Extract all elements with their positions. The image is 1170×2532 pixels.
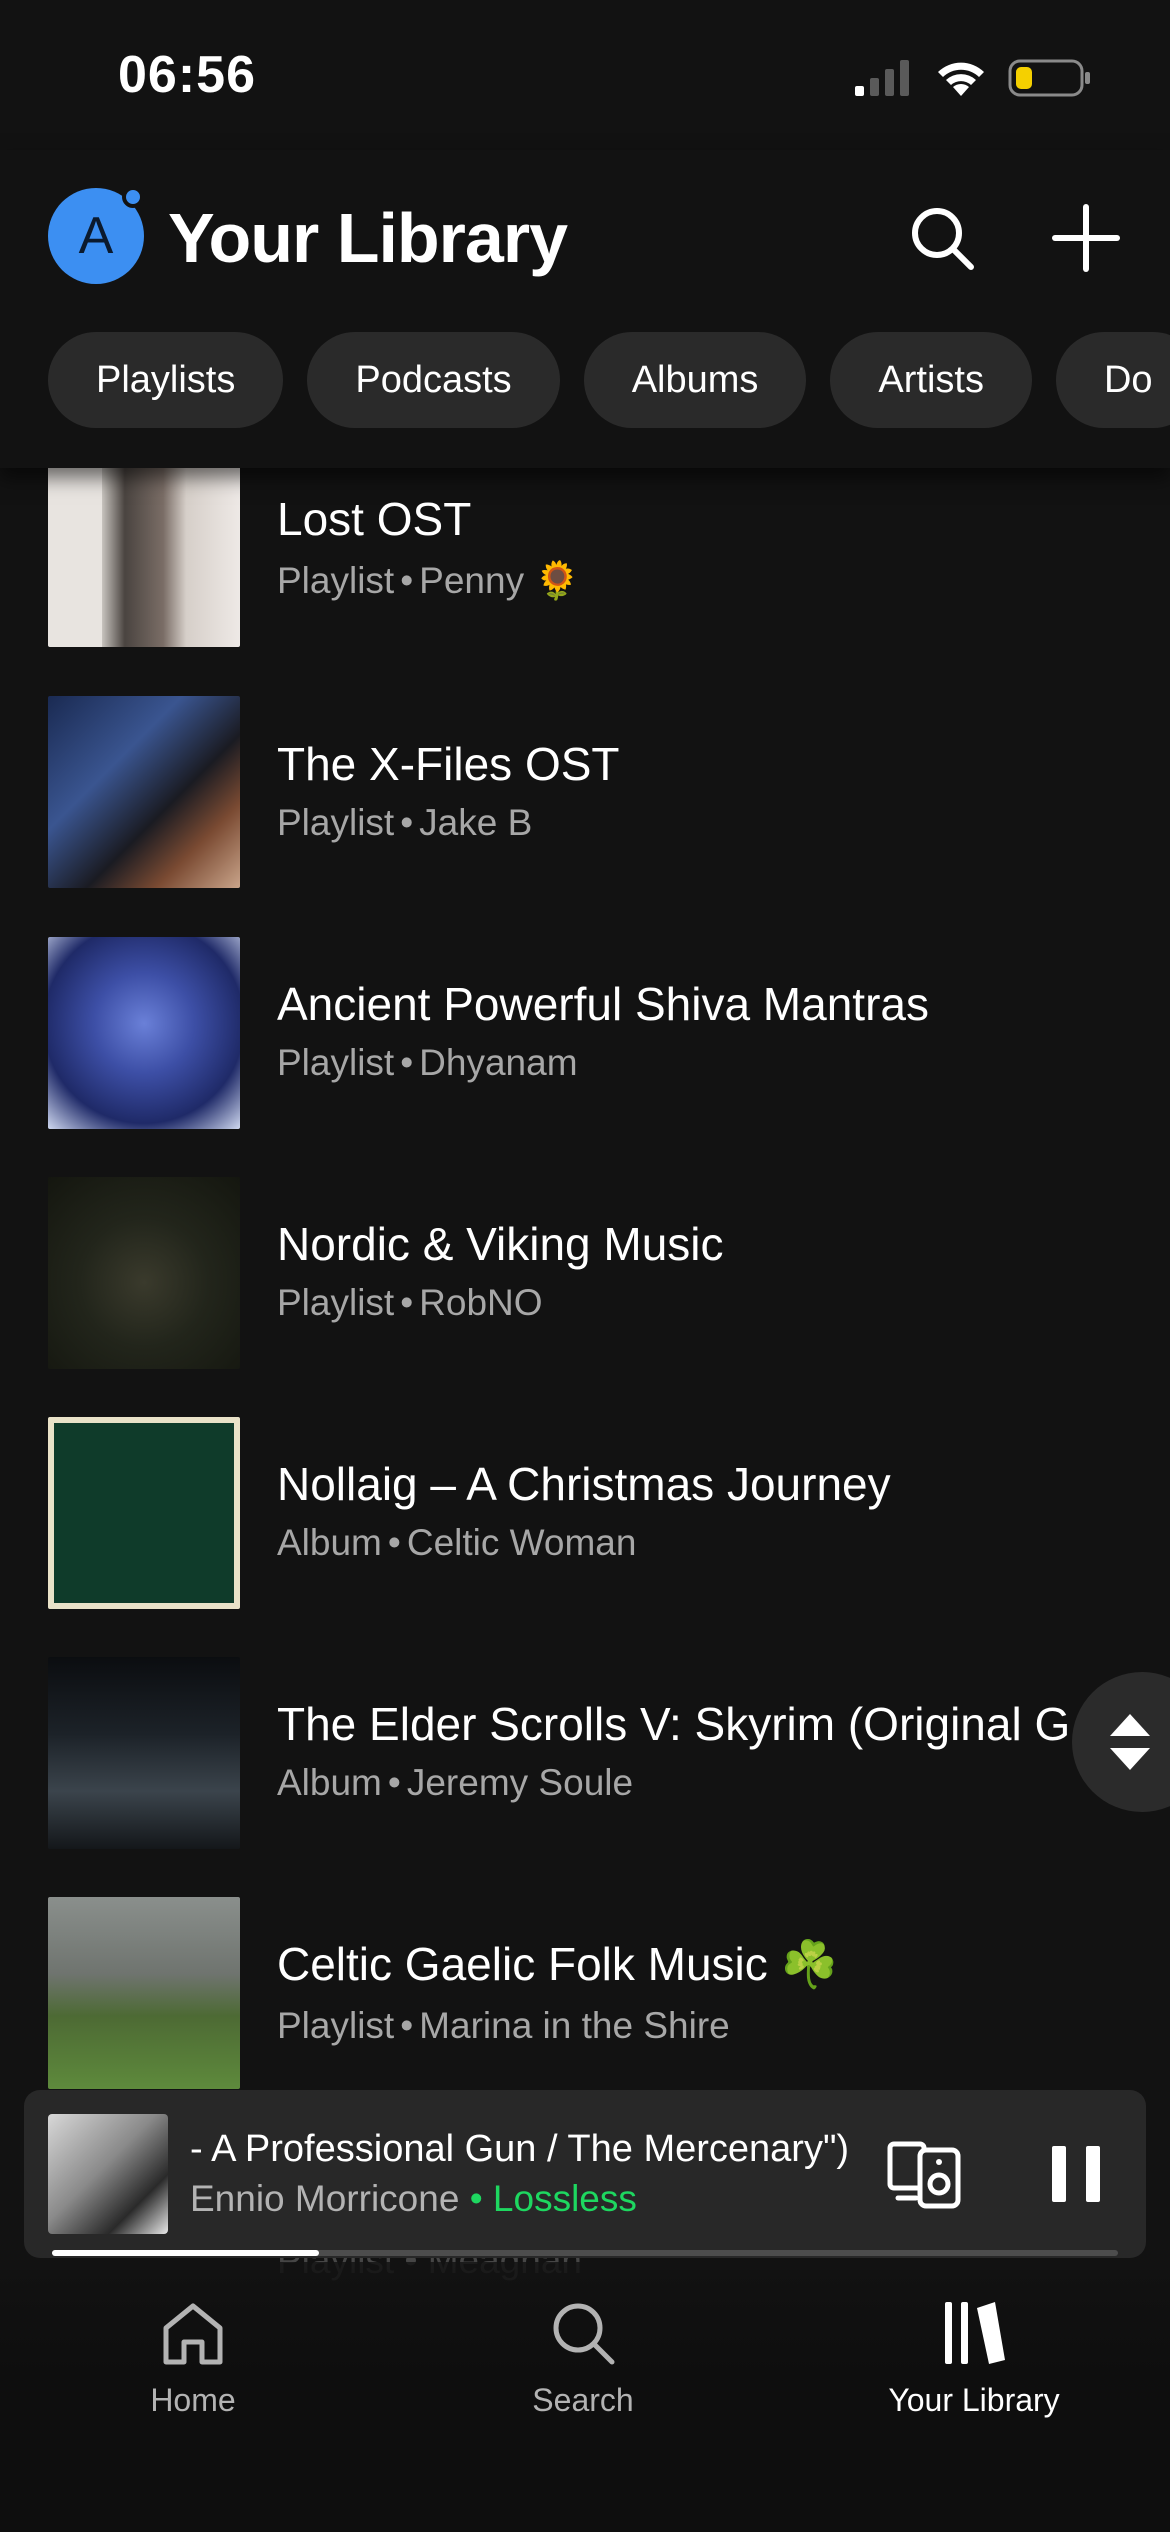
now-playing-subtitle: Ennio Morricone • Lossless bbox=[190, 2178, 637, 2220]
separator: • bbox=[400, 2005, 414, 2046]
item-owner: RobNO bbox=[419, 1282, 543, 1323]
item-subtitle: Playlist • Marina in the Shire bbox=[277, 2005, 730, 2047]
library-header: A Your Library Playlists Podcasts Albums… bbox=[0, 150, 1170, 468]
lossless-badge: • Lossless bbox=[469, 2178, 637, 2219]
nav-search-label: Search bbox=[532, 2382, 634, 2418]
item-title: The Elder Scrolls V: Skyrim (Original G bbox=[277, 1698, 1071, 1750]
bottom-nav: Home Search Your Library bbox=[0, 2262, 1170, 2532]
separator: • bbox=[400, 802, 414, 843]
library-icon bbox=[945, 2302, 1005, 2364]
playback-progress[interactable] bbox=[52, 2250, 1118, 2256]
item-title: The X-Files OST bbox=[277, 738, 620, 790]
list-item[interactable]: Celtic Gaelic Folk Music ☘️ Playlist • Mar… bbox=[0, 1897, 1170, 2097]
list-item[interactable]: Lost OST Playlist • Penny 🌻 bbox=[0, 440, 1170, 647]
item-title: Ancient Powerful Shiva Mantras bbox=[277, 978, 929, 1030]
list-item[interactable]: Nollaig – A Christmas Journey Album • Celt… bbox=[0, 1417, 1170, 1617]
sort-arrows-icon bbox=[1110, 1714, 1150, 1770]
wifi-icon bbox=[938, 62, 984, 96]
item-type: Album bbox=[277, 1522, 382, 1563]
separator: • bbox=[387, 1522, 401, 1563]
nav-home[interactable]: Home bbox=[68, 2298, 318, 2419]
item-subtitle: Playlist • Penny 🌻 bbox=[277, 560, 580, 603]
nav-your-library-label: Your Library bbox=[888, 2382, 1060, 2418]
item-subtitle: Playlist • Dhyanam bbox=[277, 1042, 578, 1084]
playlist-cover bbox=[48, 1897, 240, 2089]
now-playing-cover bbox=[48, 2114, 168, 2234]
item-subtitle: Playlist • Jake B bbox=[277, 802, 532, 844]
playlist-cover bbox=[48, 696, 240, 888]
home-icon bbox=[163, 2303, 223, 2365]
item-title: Lost OST bbox=[277, 493, 472, 545]
item-title: Celtic Gaelic Folk Music ☘️ bbox=[277, 1938, 838, 1990]
sort-button[interactable] bbox=[1072, 1672, 1170, 1812]
filter-chip-artists[interactable]: Artists bbox=[830, 332, 1032, 428]
search-icon bbox=[912, 208, 974, 270]
item-owner: Marina in the Shire bbox=[419, 2005, 730, 2046]
album-cover bbox=[48, 1417, 240, 1609]
item-type: Playlist bbox=[277, 1042, 395, 1083]
nav-search[interactable]: Search bbox=[458, 2298, 708, 2419]
now-playing-artist: Ennio Morricone bbox=[190, 2178, 460, 2219]
item-owner: Jake B bbox=[419, 802, 533, 843]
item-type: Playlist bbox=[277, 802, 395, 843]
item-owner: Celtic Woman bbox=[406, 1522, 637, 1563]
filter-chips: Playlists Podcasts Albums Artists Do bbox=[48, 332, 1170, 428]
item-type: Playlist bbox=[277, 560, 395, 601]
filter-chip-podcasts[interactable]: Podcasts bbox=[307, 332, 560, 428]
playlist-cover bbox=[48, 937, 240, 1129]
list-item[interactable]: The X-Files OST Playlist • Jake B bbox=[0, 696, 1170, 897]
playlist-cover bbox=[48, 1177, 240, 1369]
item-type: Playlist bbox=[277, 2005, 395, 2046]
item-owner: Dhyanam bbox=[419, 1042, 578, 1083]
playlist-cover bbox=[48, 465, 240, 647]
mini-player[interactable]: - A Professional Gun / The Mercenary") E… bbox=[24, 2090, 1146, 2258]
filter-chip-playlists[interactable]: Playlists bbox=[48, 332, 284, 428]
battery-icon bbox=[1008, 59, 1090, 97]
connect-device-icon[interactable] bbox=[886, 2136, 962, 2212]
status-time: 06:56 bbox=[118, 46, 256, 104]
item-subtitle: Album • Jeremy Soule bbox=[277, 1762, 633, 1804]
search-library-button[interactable] bbox=[902, 198, 982, 278]
separator: • bbox=[387, 1762, 401, 1803]
item-type: Playlist bbox=[277, 1282, 395, 1323]
list-item[interactable]: Nordic & Viking Music Playlist • RobNO bbox=[0, 1177, 1170, 1377]
item-type: Album bbox=[277, 1762, 382, 1803]
create-button[interactable] bbox=[1046, 198, 1126, 278]
separator: • bbox=[400, 560, 414, 601]
library-screen: 06:56 A Your Library Playlists Podcasts … bbox=[0, 0, 1170, 2532]
search-icon bbox=[553, 2303, 615, 2365]
notification-dot bbox=[122, 186, 144, 208]
nav-home-label: Home bbox=[150, 2382, 236, 2418]
status-bar: 06:56 bbox=[0, 0, 1170, 150]
item-title: Nollaig – A Christmas Journey bbox=[277, 1458, 891, 1510]
list-item[interactable]: Ancient Powerful Shiva Mantras Playlist •… bbox=[0, 937, 1170, 1137]
album-cover bbox=[48, 1657, 240, 1849]
item-subtitle: Album • Celtic Woman bbox=[277, 1522, 636, 1564]
now-playing-title: - A Professional Gun / The Mercenary") bbox=[190, 2128, 850, 2170]
list-item[interactable]: The Elder Scrolls V: Skyrim (Original G … bbox=[0, 1657, 1170, 1857]
cellular-signal-icon bbox=[855, 60, 909, 96]
plus-icon bbox=[1052, 204, 1120, 272]
item-title: Nordic & Viking Music bbox=[277, 1218, 724, 1270]
item-owner: Penny 🌻 bbox=[419, 560, 581, 601]
item-owner: Jeremy Soule bbox=[406, 1762, 634, 1803]
filter-chip-albums[interactable]: Albums bbox=[583, 332, 807, 428]
filter-chip-downloaded[interactable]: Do bbox=[1055, 332, 1170, 428]
separator: • bbox=[400, 1042, 414, 1083]
page-title: Your Library bbox=[168, 199, 568, 277]
item-subtitle: Playlist • RobNO bbox=[277, 1282, 543, 1324]
pause-icon[interactable] bbox=[1038, 2136, 1114, 2212]
playback-progress-fill bbox=[52, 2250, 319, 2256]
nav-your-library[interactable]: Your Library bbox=[849, 2298, 1099, 2419]
separator: • bbox=[400, 1282, 414, 1323]
